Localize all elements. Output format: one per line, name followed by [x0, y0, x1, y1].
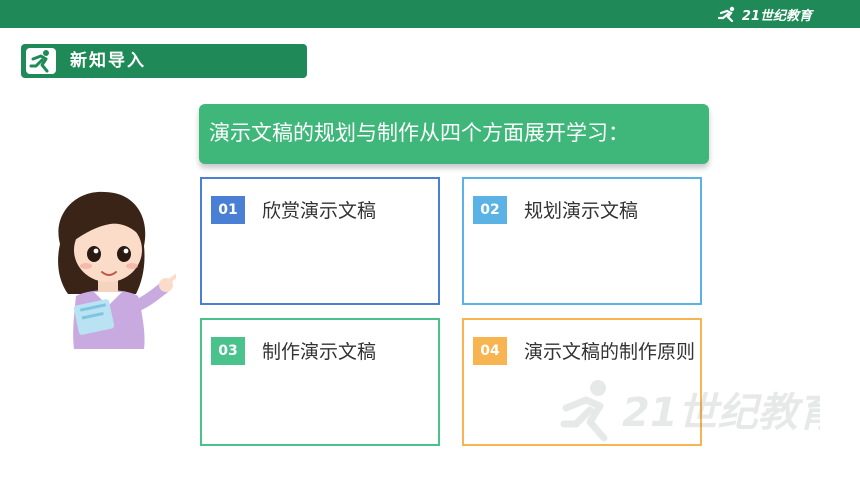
topic-card-2[interactable]: 02 规划演示文稿	[462, 177, 702, 305]
watermark-text: 21世纪教育	[622, 390, 820, 436]
section-header: 新知导入	[21, 44, 307, 78]
banner-text: 演示文稿的规划与制作从四个方面展开学习：	[209, 121, 629, 145]
topic-number-badge: 01	[211, 196, 245, 224]
intro-banner: 演示文稿的规划与制作从四个方面展开学习：	[199, 104, 709, 164]
section-title: 新知导入	[70, 51, 146, 71]
watermark-logo: 21世纪教育	[560, 380, 820, 442]
topic-label: 制作演示文稿	[262, 341, 377, 363]
topic-label: 规划演示文稿	[524, 200, 639, 222]
running-person-icon	[26, 48, 56, 74]
top-bar: 21世纪教育	[0, 0, 860, 28]
topic-label: 演示文稿的制作原则	[524, 341, 696, 363]
topic-label: 欣赏演示文稿	[262, 200, 377, 222]
topic-card-1[interactable]: 01 欣赏演示文稿	[200, 177, 440, 305]
girl-teacher-illustration	[58, 191, 176, 349]
brand-logo-text: 21世纪教育	[741, 8, 812, 24]
topic-number-badge: 04	[473, 337, 507, 365]
topic-number-badge: 02	[473, 196, 507, 224]
topic-number-badge: 03	[211, 337, 245, 365]
topic-card-3[interactable]: 03 制作演示文稿	[200, 318, 440, 446]
brand-logo: 21世纪教育	[717, 5, 812, 24]
running-person-logo-icon	[717, 6, 735, 22]
